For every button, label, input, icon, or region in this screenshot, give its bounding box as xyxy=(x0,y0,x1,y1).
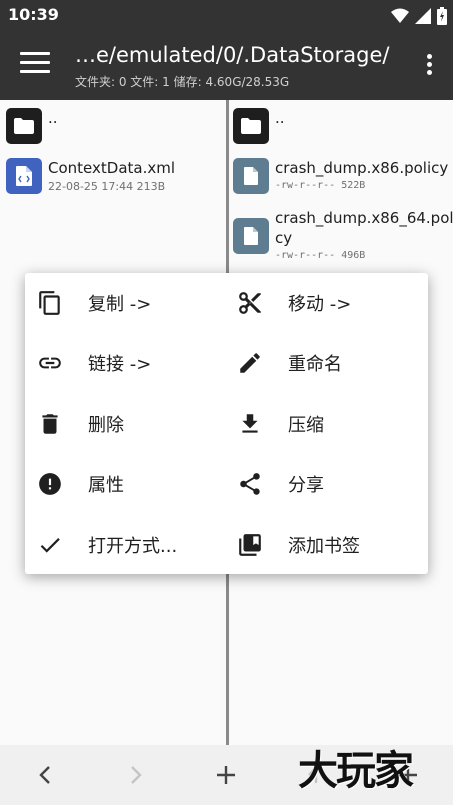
download-icon xyxy=(237,411,263,437)
open-with-menu-item[interactable]: 打开方式... xyxy=(37,523,177,567)
trash-icon xyxy=(37,411,63,437)
xml-file-icon xyxy=(6,158,42,194)
file-meta: 22-08-25 17:44 213B xyxy=(48,180,166,193)
list-item[interactable]: crash_dump.x86.policy -rw-r--r-- 522B xyxy=(233,158,448,194)
copy-icon xyxy=(37,290,63,316)
properties-menu-item[interactable]: 属性 xyxy=(37,462,124,506)
alert-icon xyxy=(37,471,63,497)
compress-menu-item[interactable]: 压缩 xyxy=(237,402,324,446)
app-bar: …e/emulated/0/.DataStorage/ 文件夹: 0 文件: 1… xyxy=(0,32,453,100)
share-menu-item[interactable]: 分享 xyxy=(237,462,324,506)
hamburger-menu-icon[interactable] xyxy=(20,52,50,78)
bookmark-icon xyxy=(237,532,263,558)
watermark-logo: 大玩家 xyxy=(298,748,414,794)
file-icon xyxy=(233,218,269,254)
folder-icon xyxy=(6,108,42,144)
back-arrow-icon[interactable] xyxy=(29,759,61,791)
list-item[interactable]: .. xyxy=(233,108,285,144)
delete-menu-item[interactable]: 删除 xyxy=(37,402,124,446)
file-meta: -rw-r--r-- 522B xyxy=(275,180,366,191)
link-menu-item[interactable]: 链接 -> xyxy=(37,341,151,385)
file-name: ContextData.xml xyxy=(48,159,176,177)
file-name: .. xyxy=(275,109,285,127)
folder-icon xyxy=(233,108,269,144)
forward-arrow-icon[interactable] xyxy=(120,759,152,791)
list-item[interactable]: ContextData.xml 22-08-25 17:44 213B xyxy=(6,158,175,194)
check-icon xyxy=(37,532,63,558)
signal-icon xyxy=(415,8,431,24)
pencil-icon xyxy=(237,350,263,376)
add-icon[interactable] xyxy=(210,759,242,791)
file-name: .. xyxy=(48,109,58,127)
battery-icon xyxy=(437,7,447,25)
add-bookmark-menu-item[interactable]: 添加书签 xyxy=(237,523,360,567)
more-options-icon[interactable] xyxy=(427,54,433,78)
status-time: 10:39 xyxy=(8,5,59,24)
status-bar: 10:39 xyxy=(0,0,453,32)
file-meta: -rw-r--r-- 496B xyxy=(275,250,366,261)
file-name: crash_dump.x86.policy xyxy=(275,159,449,177)
rename-menu-item[interactable]: 重命名 xyxy=(237,341,342,385)
current-path-title: …e/emulated/0/.DataStorage/ xyxy=(75,43,390,67)
copy-menu-item[interactable]: 复制 -> xyxy=(37,281,151,325)
wifi-icon xyxy=(391,8,409,23)
list-item[interactable]: .. xyxy=(6,108,58,144)
list-item[interactable]: crash_dump.x86_64.poli cy -rw-r--r-- 496… xyxy=(233,208,453,261)
link-icon xyxy=(37,350,63,376)
share-icon xyxy=(237,471,263,497)
context-menu: 复制 -> 移动 -> 链接 -> 重命名 删除 压缩 属性 分享 打开方式..… xyxy=(25,273,428,574)
file-icon xyxy=(233,158,269,194)
move-menu-item[interactable]: 移动 -> xyxy=(237,281,351,325)
file-name-continued: cy xyxy=(275,229,293,247)
file-name: crash_dump.x86_64.poli xyxy=(275,209,453,227)
scissors-icon xyxy=(237,290,263,316)
storage-summary: 文件夹: 0 文件: 1 储存: 4.60G/28.53G xyxy=(75,75,290,89)
